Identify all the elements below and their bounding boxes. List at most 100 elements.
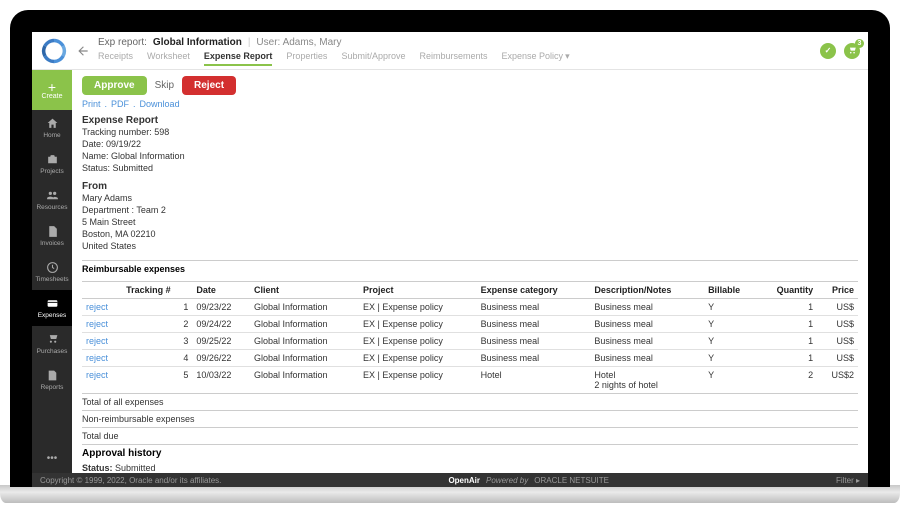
sidebar-item-projects[interactable]: Projects <box>32 146 72 182</box>
user-label: User: Adams, Mary <box>256 37 341 48</box>
report-name: Global Information <box>111 151 185 161</box>
row-num: 4 <box>122 350 192 367</box>
row-project: EX | Expense policy <box>359 350 477 367</box>
row-reject-link[interactable]: reject <box>86 353 108 363</box>
tab-reimbursements[interactable]: Reimbursements <box>419 51 487 66</box>
row-category: Hotel <box>477 367 591 394</box>
row-billable: Y <box>704 367 758 394</box>
tab-receipts[interactable]: Receipts <box>98 51 133 66</box>
create-button[interactable]: + Create <box>32 70 72 110</box>
sidebar-item-timesheets[interactable]: Timesheets <box>32 254 72 290</box>
top-bar: Exp report: Global Information | User: A… <box>32 32 868 70</box>
col-price: Price <box>817 282 858 299</box>
from-city: Boston, MA 02210 <box>82 229 156 239</box>
report-heading: Expense Report <box>82 115 858 126</box>
reject-button[interactable]: Reject <box>182 76 236 95</box>
card-icon <box>46 297 59 310</box>
row-client: Global Information <box>250 333 359 350</box>
document-icon <box>46 225 59 238</box>
row-reject-link[interactable]: reject <box>86 319 108 329</box>
skip-button[interactable]: Skip <box>155 80 174 91</box>
status-check-badge[interactable]: ✓ <box>820 43 836 59</box>
col-category: Expense category <box>477 282 591 299</box>
row-billable: Y <box>704 333 758 350</box>
row-price: US$ <box>817 316 858 333</box>
row-qty: 2 <box>758 367 818 394</box>
sidebar-more[interactable]: ••• <box>32 443 72 473</box>
row-qty: 1 <box>758 299 818 316</box>
table-row: reject 2 09/24/22 Global Information EX … <box>82 316 858 333</box>
date-label: Date: <box>82 139 104 149</box>
cart-icon <box>847 46 857 56</box>
sidebar-item-resources[interactable]: Resources <box>32 182 72 218</box>
tab-expense-report[interactable]: Expense Report <box>204 51 273 66</box>
sidebar-item-home[interactable]: Home <box>32 110 72 146</box>
row-project: EX | Expense policy <box>359 299 477 316</box>
name-label: Name: <box>82 151 109 161</box>
create-label: Create <box>41 93 62 100</box>
row-billable: Y <box>704 350 758 367</box>
total-nonreimb: Non-reimbursable expenses <box>82 410 858 427</box>
row-client: Global Information <box>250 367 359 394</box>
title-prefix: Exp report: <box>98 37 147 48</box>
pdf-link[interactable]: PDF <box>111 99 129 109</box>
row-client: Global Information <box>250 316 359 333</box>
row-date: 10/03/22 <box>192 367 250 394</box>
expenses-table: Tracking # Date Client Project Expense c… <box>82 281 858 393</box>
row-reject-link[interactable]: reject <box>86 336 108 346</box>
row-price: US$ <box>817 350 858 367</box>
badge-count: 3 <box>855 39 864 48</box>
sidebar-item-invoices[interactable]: Invoices <box>32 218 72 254</box>
approval-status-label: Status: <box>82 463 113 473</box>
row-price: US$2 <box>817 367 858 394</box>
sidebar-item-purchases[interactable]: Purchases <box>32 326 72 362</box>
total-due: Total due <box>82 427 858 444</box>
col-qty: Quantity <box>758 282 818 299</box>
row-reject-link[interactable]: reject <box>86 370 108 380</box>
download-link[interactable]: Download <box>140 99 180 109</box>
approve-button[interactable]: Approve <box>82 76 147 95</box>
row-date: 09/24/22 <box>192 316 250 333</box>
footer-copyright: Copyright © 1999, 2022, Oracle and/or it… <box>40 476 221 485</box>
total-all: Total of all expenses <box>82 393 858 410</box>
col-billable: Billable <box>704 282 758 299</box>
back-arrow-icon[interactable] <box>76 44 90 58</box>
row-project: EX | Expense policy <box>359 316 477 333</box>
row-desc: Hotel2 nights of hotel <box>590 367 704 394</box>
row-num: 5 <box>122 367 192 394</box>
subnav-tabs: Receipts Worksheet Expense Report Proper… <box>98 51 812 66</box>
row-num: 2 <box>122 316 192 333</box>
sidebar-item-expenses[interactable]: Expenses <box>32 290 72 326</box>
title-separator: | <box>248 37 251 48</box>
status-label: Status: <box>82 163 110 173</box>
sidebar: + Create Home Projects Resources Invoice… <box>32 70 72 473</box>
footer-brand: OpenAir <box>448 476 480 485</box>
notifications-badge[interactable]: 3 <box>844 43 860 59</box>
row-qty: 1 <box>758 350 818 367</box>
row-price: US$ <box>817 333 858 350</box>
table-row: reject 5 10/03/22 Global Information EX … <box>82 367 858 394</box>
row-category: Business meal <box>477 350 591 367</box>
approval-status: Submitted <box>115 463 156 473</box>
row-desc: Business meal <box>590 299 704 316</box>
row-date: 09/25/22 <box>192 333 250 350</box>
tracking-label: Tracking number: <box>82 127 152 137</box>
sidebar-item-reports[interactable]: Reports <box>32 362 72 398</box>
footer-filter[interactable]: Filter ▸ <box>836 476 860 485</box>
from-country: United States <box>82 241 136 251</box>
footer-bar: Copyright © 1999, 2022, Oracle and/or it… <box>32 473 868 487</box>
tab-expense-policy[interactable]: Expense Policy▾ <box>502 51 570 66</box>
col-client: Client <box>250 282 359 299</box>
row-reject-link[interactable]: reject <box>86 302 108 312</box>
tab-properties[interactable]: Properties <box>286 51 327 66</box>
col-tracking: Tracking # <box>122 282 192 299</box>
print-link[interactable]: Print <box>82 99 101 109</box>
main-content: Approve Skip Reject Print. PDF. Download… <box>72 70 868 473</box>
report-status: Submitted <box>113 163 154 173</box>
tab-submit-approve[interactable]: Submit/Approve <box>341 51 405 66</box>
row-price: US$ <box>817 299 858 316</box>
app-logo-icon <box>40 37 68 65</box>
tab-worksheet[interactable]: Worksheet <box>147 51 190 66</box>
clock-icon <box>46 261 59 274</box>
home-icon <box>46 117 59 130</box>
